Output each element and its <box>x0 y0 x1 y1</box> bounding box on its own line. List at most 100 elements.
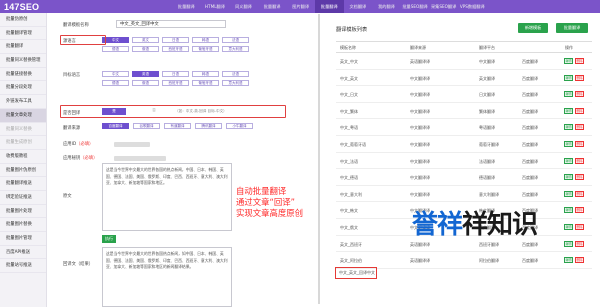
highlight-row-name[interactable]: 中文_英文_回译中文 <box>339 270 375 276</box>
edit-button[interactable]: 编辑 <box>564 190 573 197</box>
edit-button[interactable]: 编辑 <box>564 240 573 247</box>
language-chip[interactable]: 中文 <box>102 37 129 43</box>
row-source: 英语翻译译 <box>410 258 430 264</box>
table-row: 中文_繁体 中文翻译译 繁体翻译 百度翻译 编辑 删除 <box>336 103 592 120</box>
language-chip[interactable]: 英语 <box>132 71 159 77</box>
delete-button[interactable]: 删除 <box>575 207 584 214</box>
sidebar-item[interactable]: 批量图片伪原创 <box>0 164 46 178</box>
sidebar-item[interactable]: 批量文章处理 <box>0 108 46 123</box>
top-nav-item[interactable]: 文档翻译 <box>344 0 373 13</box>
edit-button[interactable]: 编辑 <box>564 141 573 147</box>
delete-button[interactable]: 删除 <box>575 190 584 197</box>
language-chip[interactable]: 日语 <box>162 37 189 43</box>
edit-button[interactable]: 编辑 <box>564 257 573 264</box>
top-nav-item[interactable]: 我的翻译 <box>372 0 401 13</box>
engine-chip[interactable]: 腾讯翻译 <box>195 123 222 129</box>
sidebar-item[interactable]: 批量翻译推送 <box>0 177 46 191</box>
language-chip[interactable]: 韩语 <box>192 37 219 43</box>
row-name: 中文_日文 <box>340 92 358 98</box>
top-nav-item[interactable]: 批量翻译 <box>314 0 344 13</box>
language-chip[interactable]: 中文 <box>102 71 129 77</box>
language-chip[interactable]: 葡萄牙语 <box>192 80 219 86</box>
sidebar-item[interactable]: 批量链接替换 <box>0 68 46 82</box>
delete-button[interactable]: 删除 <box>575 224 584 230</box>
language-chip[interactable]: 葡萄牙语 <box>192 46 219 52</box>
sidebar-item[interactable]: 百度API推送 <box>0 246 46 260</box>
language-chip[interactable]: 西班牙语 <box>162 46 189 52</box>
sidebar-item[interactable]: 外链发布工具 <box>0 95 46 109</box>
sidebar-item[interactable]: 批量翻译管理 <box>0 27 46 41</box>
top-nav-item[interactable]: 批量SEO翻译 <box>401 0 430 13</box>
template-name-input[interactable]: 中文_英文_回译中文 <box>116 20 226 28</box>
sidebar-item[interactable]: 批量站号推送 <box>0 259 46 274</box>
edit-button[interactable]: 编辑 <box>564 157 573 164</box>
edit-button[interactable]: 编辑 <box>564 174 573 181</box>
language-chip[interactable]: 英文 <box>132 37 159 43</box>
delete-button[interactable]: 删除 <box>575 141 584 147</box>
table-row: 英文_中文 英语翻译译 中文翻译 百度翻译 编辑 删除 <box>336 53 592 70</box>
edit-button[interactable]: 编辑 <box>564 207 573 214</box>
sidebar-item[interactable]: 批量翻译 <box>0 40 46 55</box>
edit-button[interactable]: 编辑 <box>564 224 573 230</box>
edit-button[interactable]: 编辑 <box>564 91 573 98</box>
engine-chip[interactable]: 小牛翻译 <box>226 123 253 129</box>
delete-button[interactable]: 删除 <box>575 107 584 114</box>
top-nav-item[interactable]: 批量翻译 <box>172 0 201 13</box>
delete-button[interactable]: 删除 <box>575 240 584 247</box>
sidebar-item[interactable]: 批量伪原创 <box>0 13 46 27</box>
language-chip[interactable]: 法语 <box>222 37 249 43</box>
top-nav-item[interactable]: 批量翻译 <box>258 0 287 13</box>
edit-button[interactable]: 编辑 <box>564 124 573 131</box>
sidebar-item[interactable]: 批量图片处理 <box>0 205 46 219</box>
edit-button[interactable]: 编辑 <box>564 107 573 114</box>
language-chip[interactable]: 日语 <box>162 71 189 77</box>
sidebar-item[interactable]: 批量图片管理 <box>0 232 46 246</box>
sidebar-item[interactable]: 批量同义替换管理 <box>0 54 46 68</box>
appid-value-blurred[interactable] <box>114 142 150 147</box>
language-chip[interactable]: 韩语 <box>192 71 219 77</box>
sidebar-item[interactable]: 批量同义替换 <box>0 123 46 137</box>
top-nav-item[interactable]: 图片翻译 <box>286 0 315 13</box>
top-nav-item[interactable]: HTML翻译 <box>201 0 230 13</box>
language-chip[interactable]: 俄语 <box>132 80 159 86</box>
edit-button[interactable]: 编辑 <box>564 58 573 64</box>
row-platform: 百度翻译 <box>522 258 538 264</box>
result-textarea[interactable]: 这是当今世界中文最大的世界各国热点新闻，如中国、日本、韩国、英国、德国、法国、美… <box>102 247 232 307</box>
language-chip[interactable]: 德语 <box>102 46 129 52</box>
delete-button[interactable]: 删除 <box>575 174 584 181</box>
delete-button[interactable]: 删除 <box>575 257 584 264</box>
result-label: 回译文（结果） <box>63 262 94 267</box>
sidebar-item[interactable]: 批量分段处理 <box>0 81 46 96</box>
original-textarea[interactable]: 这是当今世界中文最大的世界各国的热点新闻，中国、日本、韩国、英国、德国、法国、美… <box>102 163 232 231</box>
delete-button[interactable]: 删除 <box>575 58 584 64</box>
engine-chip[interactable]: 有道翻译 <box>164 123 191 129</box>
execute-button[interactable]: 执行 <box>102 235 116 243</box>
sidebar-item[interactable]: 批量生成原创 <box>0 136 46 150</box>
engine-chip[interactable]: 百度翻译 <box>102 123 129 129</box>
language-chip[interactable]: 意大利语 <box>222 46 249 52</box>
delete-button[interactable]: 删除 <box>575 124 584 131</box>
row-platform: 百度翻译 <box>522 241 538 247</box>
scrollbar[interactable] <box>318 14 320 304</box>
row-source: 中文翻译译 <box>410 175 430 181</box>
sidebar-item[interactable]: 批量图片替换 <box>0 218 46 232</box>
delete-button[interactable]: 删除 <box>575 74 584 81</box>
language-chip[interactable]: 法语 <box>222 71 249 77</box>
delete-button[interactable]: 删除 <box>575 91 584 98</box>
language-chip[interactable]: 意大利语 <box>222 80 249 86</box>
engine-chip[interactable]: 谷歌翻译 <box>133 123 160 129</box>
sidebar-item[interactable]: 收费版教程 <box>0 150 46 164</box>
top-nav-item[interactable]: 采集SEO翻译 <box>429 0 458 13</box>
top-nav-item[interactable]: VPS数据翻译 <box>458 0 487 13</box>
language-chip[interactable]: 西班牙语 <box>162 80 189 86</box>
language-chip[interactable]: 德语 <box>102 80 129 86</box>
sidebar-item[interactable]: 绑定验证推送 <box>0 191 46 205</box>
edit-button[interactable]: 编辑 <box>564 74 573 81</box>
row-name: 中文_韩文 <box>340 208 358 214</box>
top-nav-item[interactable]: 同义翻译 <box>229 0 258 13</box>
delete-button[interactable]: 删除 <box>575 157 584 164</box>
batch-translate-button[interactable]: 批量翻译 <box>556 23 588 33</box>
appkey-value-blurred[interactable] <box>114 156 166 161</box>
add-template-button[interactable]: 新增模板 <box>518 23 548 33</box>
language-chip[interactable]: 俄语 <box>132 46 159 52</box>
